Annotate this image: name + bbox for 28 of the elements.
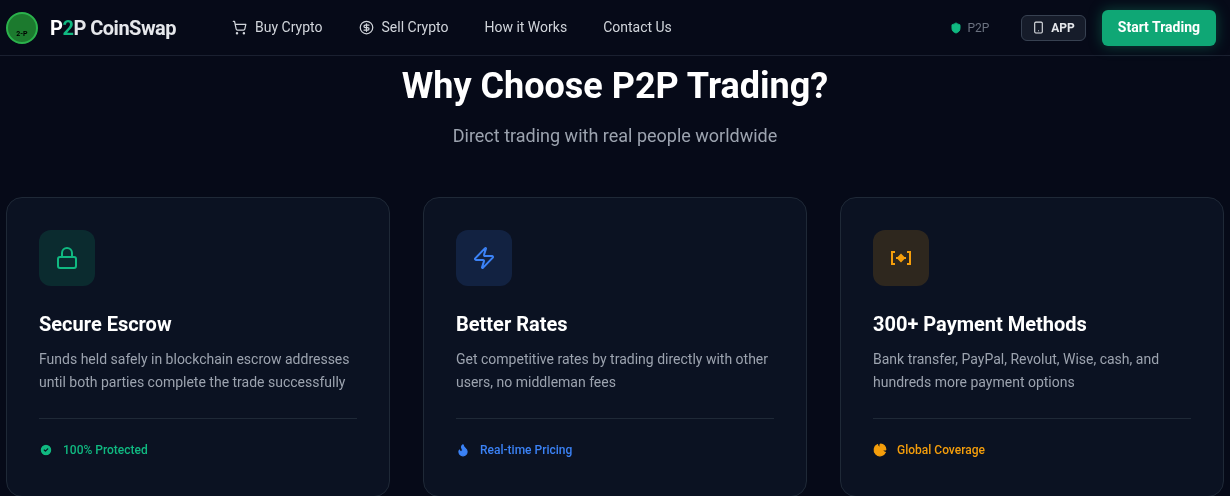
brand-name[interactable]: P2P CoinSwap	[50, 12, 177, 43]
card-description: Bank transfer, PayPal, Revolut, Wise, cash, and hundreds more payment options	[873, 350, 1161, 392]
exchange-icon	[890, 250, 912, 266]
card-footer-label: 100% Protected	[63, 442, 148, 459]
flame-icon	[456, 443, 470, 457]
section-subheading: Direct trading with real people worldwide	[451, 124, 779, 148]
cart-icon	[232, 20, 248, 35]
shield-icon	[950, 21, 963, 34]
card-title: Better Rates	[456, 311, 569, 338]
lock-icon	[55, 246, 79, 270]
nav-link[interactable]: Contact Us	[603, 17, 672, 38]
pie-chart-icon	[873, 443, 887, 457]
lightning-icon	[472, 246, 496, 270]
app-button[interactable]: APP	[1021, 14, 1086, 41]
check-icon	[39, 443, 53, 457]
nav-link[interactable]: How it Works	[484, 17, 568, 38]
section-heading: Why Choose P2P Trading?	[400, 64, 830, 108]
p2p-label: P2P	[967, 19, 990, 37]
card-footer-label: Global Coverage	[897, 442, 985, 459]
nav-link[interactable]: Buy Crypto	[232, 17, 323, 38]
phone-icon	[1032, 21, 1046, 34]
nav-link[interactable]: Sell Crypto	[358, 17, 449, 38]
card-description: Funds held safely in blockchain escrow addresses until both parties complete the trade successfully	[39, 350, 351, 392]
card-title: Secure Escrow	[39, 311, 173, 338]
dollar-icon	[358, 20, 374, 35]
card-description: Get competitive rates by trading directly with other users, no middleman fees	[456, 350, 770, 392]
card-title: 300+ Payment Methods	[873, 311, 1088, 338]
card-footer-label: Real-time Pricing	[480, 442, 573, 459]
